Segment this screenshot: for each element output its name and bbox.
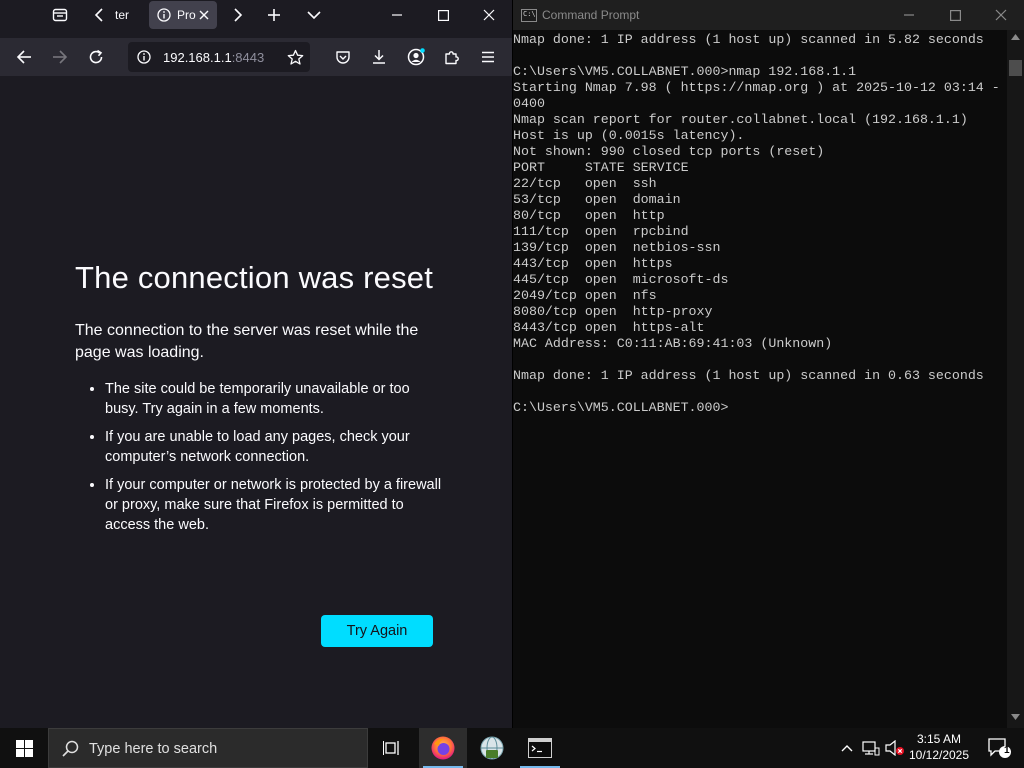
firefox-view-icon xyxy=(52,8,68,22)
start-button[interactable] xyxy=(0,728,48,768)
volume-muted-icon xyxy=(885,740,904,756)
try-again-button[interactable]: Try Again xyxy=(321,615,433,647)
firefox-icon xyxy=(431,736,455,760)
url-port: :8443 xyxy=(231,50,265,65)
account-icon xyxy=(407,48,425,66)
bookmark-button[interactable] xyxy=(279,41,311,73)
close-tab-button[interactable] xyxy=(199,10,209,20)
close-icon xyxy=(483,9,495,21)
taskbar-firefox[interactable] xyxy=(419,728,467,768)
close-icon xyxy=(995,9,1007,21)
pocket-button[interactable] xyxy=(327,41,359,73)
url-host: 192.168.1.1 xyxy=(163,50,232,65)
puzzle-icon xyxy=(445,51,459,65)
list-item: The site could be temporarily unavailabl… xyxy=(105,379,445,419)
command-prompt-icon xyxy=(528,738,552,758)
plus-icon xyxy=(268,9,280,21)
error-suggestions-list: The site could be temporarily unavailabl… xyxy=(75,379,445,535)
new-tab-button[interactable] xyxy=(260,0,288,30)
window-title: Command Prompt xyxy=(542,8,640,22)
tab-bar: ter Pro xyxy=(0,0,512,30)
forward-button[interactable] xyxy=(44,41,76,73)
task-view-icon xyxy=(383,741,399,755)
network-icon xyxy=(862,741,880,756)
chevron-down-icon xyxy=(307,11,321,20)
list-all-tabs-button[interactable] xyxy=(300,0,328,30)
cmd-title-bar: C:\ Command Prompt xyxy=(513,0,1024,30)
maximize-button[interactable] xyxy=(420,0,466,30)
show-hidden-icons-button[interactable] xyxy=(835,728,859,768)
star-icon xyxy=(287,49,303,65)
taskbar: Type here to search 3:15 AM 10/12/2025 1 xyxy=(0,728,1024,768)
taskbar-command-prompt[interactable] xyxy=(516,728,564,768)
taskbar-clock[interactable]: 3:15 AM 10/12/2025 xyxy=(906,731,972,763)
console-output[interactable]: Nmap done: 1 IP address (1 host up) scan… xyxy=(513,32,1007,722)
maximize-button[interactable] xyxy=(932,0,978,30)
command-prompt-window: C:\ Command Prompt Nmap done: 1 IP addre… xyxy=(513,0,1024,728)
downloads-button[interactable] xyxy=(363,41,395,73)
notification-count: 1 xyxy=(1004,745,1010,756)
reload-button[interactable] xyxy=(80,41,112,73)
close-window-button[interactable] xyxy=(466,0,512,30)
reload-icon xyxy=(89,49,103,64)
pocket-icon xyxy=(336,50,350,64)
action-center-button[interactable]: 1 xyxy=(976,728,1024,768)
volume-button[interactable] xyxy=(883,728,907,768)
scroll-up-icon[interactable] xyxy=(1011,34,1020,40)
minimize-icon xyxy=(392,14,402,16)
arrow-right-icon xyxy=(53,50,68,64)
error-page-content: The connection was reset The connection … xyxy=(75,256,445,543)
minimize-button[interactable] xyxy=(374,0,420,30)
tab-active[interactable]: Pro xyxy=(149,1,217,29)
chevron-right-icon xyxy=(234,8,243,22)
clock-time: 3:15 AM xyxy=(916,732,962,746)
minimize-icon xyxy=(904,14,914,16)
search-placeholder: Type here to search xyxy=(89,741,218,757)
tab-label: ter xyxy=(115,8,130,22)
firefox-window: ter Pro 192.168.1.1:8443 The connection … xyxy=(0,0,512,728)
network-status-button[interactable] xyxy=(859,728,883,768)
clock-date: 10/12/2025 xyxy=(908,748,970,762)
taskbar-network-app[interactable] xyxy=(468,728,516,768)
taskbar-search-box[interactable]: Type here to search xyxy=(48,728,368,768)
chevron-up-icon xyxy=(841,745,853,752)
navigation-toolbar: 192.168.1.1:8443 xyxy=(0,38,512,76)
download-icon xyxy=(373,50,385,64)
url-text: 192.168.1.1:8443 xyxy=(163,50,264,65)
error-description: The connection to the server was reset w… xyxy=(75,322,419,361)
list-item: If your computer or network is protected… xyxy=(105,475,445,535)
maximize-icon xyxy=(437,9,449,21)
account-button[interactable] xyxy=(400,41,432,73)
scrollbar-thumb[interactable] xyxy=(1009,60,1022,76)
extensions-button[interactable] xyxy=(436,41,468,73)
tab-label: Pro xyxy=(177,8,196,22)
list-item: If you are unable to load any pages, che… xyxy=(105,427,445,467)
windows-logo-icon xyxy=(15,739,33,757)
error-title: The connection was reset xyxy=(75,260,434,295)
chevron-left-icon xyxy=(94,8,103,22)
scroll-down-icon[interactable] xyxy=(1011,714,1020,720)
info-icon xyxy=(157,8,171,22)
console-icon: C:\ xyxy=(521,9,537,22)
scrollbar[interactable] xyxy=(1007,30,1024,728)
globe-app-icon xyxy=(480,736,504,760)
task-view-button[interactable] xyxy=(368,728,416,768)
maximize-icon xyxy=(949,9,961,21)
close-icon xyxy=(199,10,209,20)
app-menu-button[interactable] xyxy=(472,41,504,73)
arrow-left-icon xyxy=(16,50,31,64)
scroll-tabs-right-button[interactable] xyxy=(225,0,249,30)
back-button[interactable] xyxy=(8,41,40,73)
firefox-view-button[interactable] xyxy=(44,0,76,30)
search-icon xyxy=(62,740,79,757)
tab-inactive[interactable]: ter xyxy=(112,0,144,30)
hamburger-menu-icon xyxy=(482,51,494,63)
site-info-icon[interactable] xyxy=(137,50,151,64)
close-window-button[interactable] xyxy=(978,0,1024,30)
scroll-tabs-left-button[interactable] xyxy=(88,0,112,30)
minimize-button[interactable] xyxy=(886,0,932,30)
